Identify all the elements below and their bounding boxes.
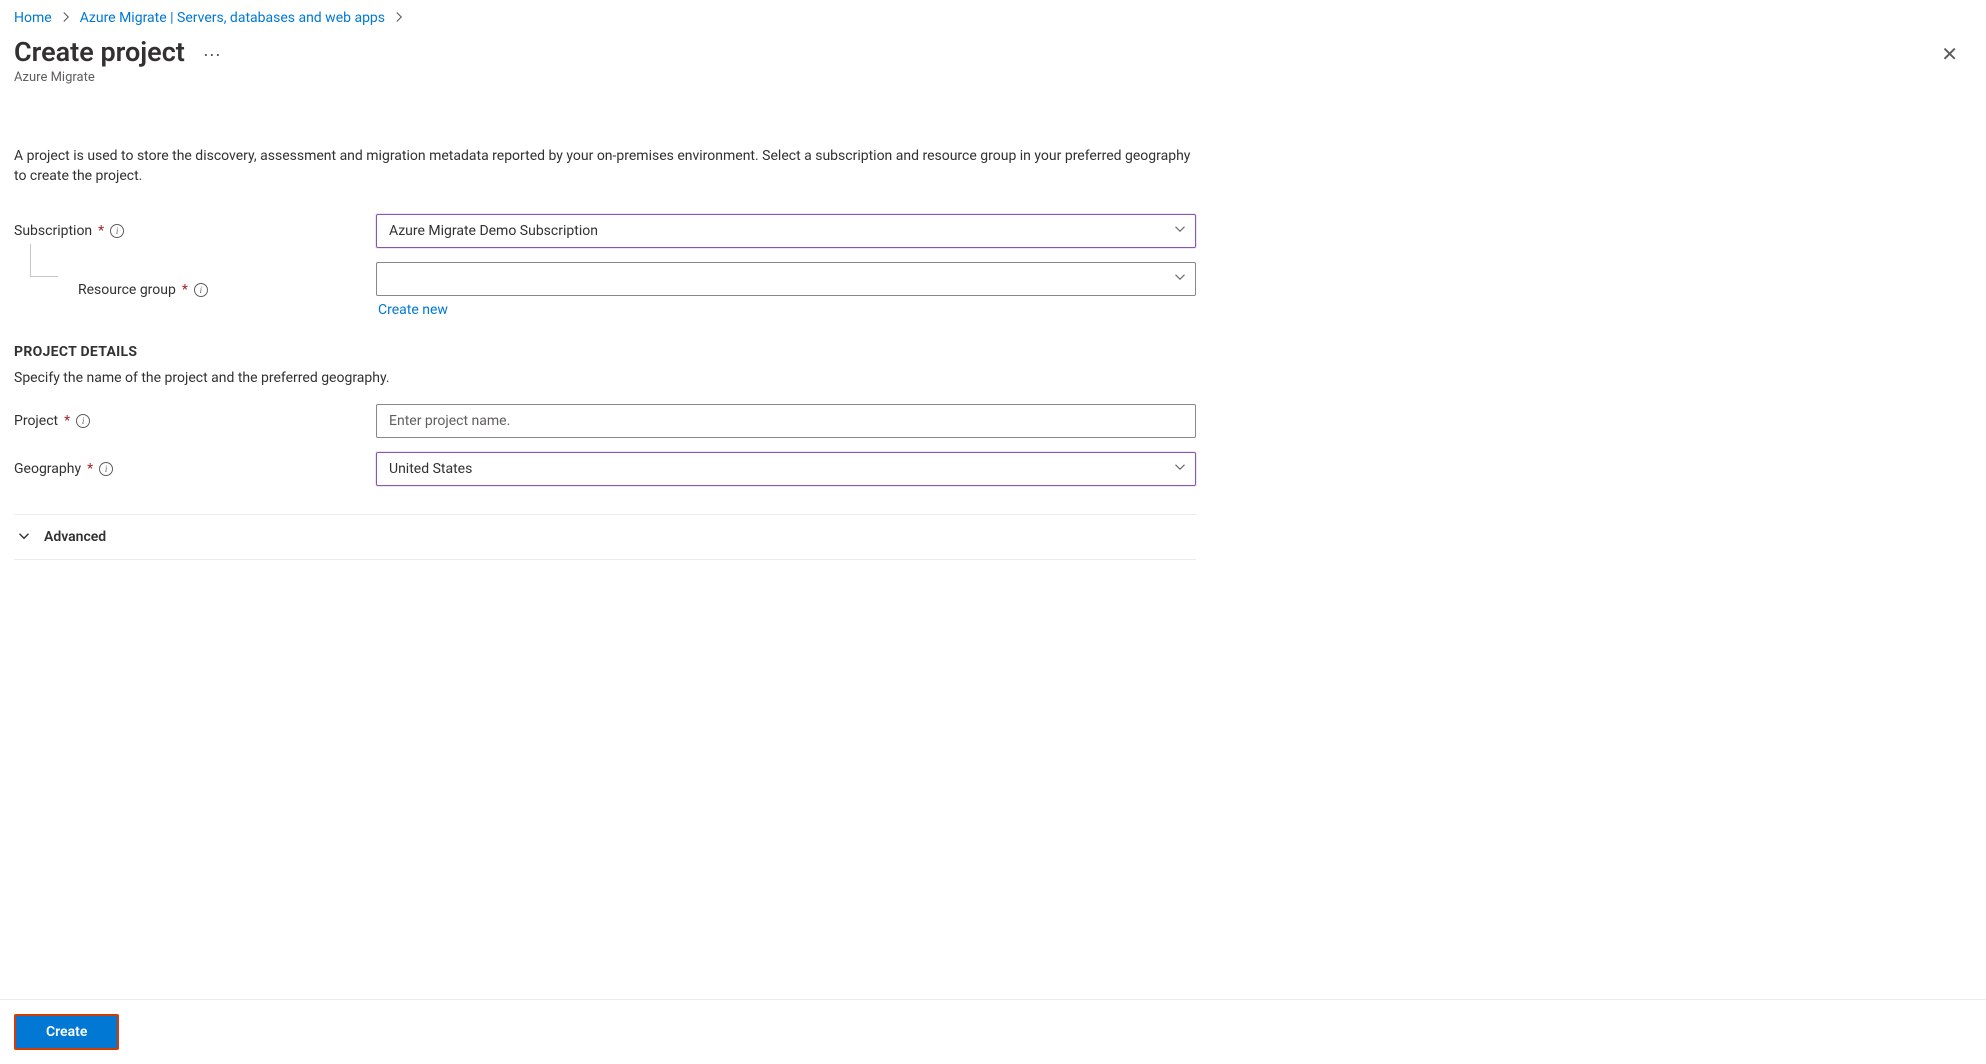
geography-select[interactable] bbox=[376, 452, 1196, 486]
advanced-toggle[interactable]: Advanced bbox=[14, 515, 1196, 559]
geography-label: Geography bbox=[14, 461, 81, 477]
breadcrumb-home[interactable]: Home bbox=[14, 10, 52, 26]
chevron-right-icon bbox=[60, 11, 72, 26]
breadcrumb: Home Azure Migrate | Servers, databases … bbox=[0, 0, 1986, 30]
info-icon[interactable]: i bbox=[76, 414, 90, 428]
resource-group-select[interactable] bbox=[376, 262, 1196, 296]
chevron-down-icon bbox=[18, 530, 30, 545]
more-actions-icon[interactable]: ⋯ bbox=[203, 39, 222, 65]
subscription-select[interactable] bbox=[376, 214, 1196, 248]
project-details-description: Specify the name of the project and the … bbox=[14, 370, 1196, 386]
resource-group-label: Resource group bbox=[78, 282, 176, 298]
page-title: Create project bbox=[14, 36, 185, 68]
advanced-label: Advanced bbox=[44, 529, 106, 545]
create-button[interactable]: Create bbox=[14, 1014, 119, 1050]
required-indicator: * bbox=[64, 413, 70, 429]
close-icon: ✕ bbox=[1941, 44, 1958, 66]
create-new-link[interactable]: Create new bbox=[378, 302, 1196, 318]
required-indicator: * bbox=[98, 223, 104, 239]
footer: Create bbox=[0, 999, 1986, 1064]
info-icon[interactable]: i bbox=[110, 224, 124, 238]
required-indicator: * bbox=[87, 461, 93, 477]
chevron-right-icon bbox=[393, 11, 405, 26]
required-indicator: * bbox=[182, 282, 188, 298]
page-subtitle: Azure Migrate bbox=[14, 70, 222, 85]
info-icon[interactable]: i bbox=[194, 283, 208, 297]
subscription-label: Subscription bbox=[14, 223, 92, 239]
project-details-heading: PROJECT DETAILS bbox=[14, 344, 1196, 360]
project-name-input[interactable] bbox=[376, 404, 1196, 438]
page-header: Create project ⋯ Azure Migrate ✕ bbox=[0, 30, 1986, 85]
info-icon[interactable]: i bbox=[99, 462, 113, 476]
breadcrumb-azure-migrate[interactable]: Azure Migrate | Servers, databases and w… bbox=[80, 10, 385, 26]
close-button[interactable]: ✕ bbox=[1937, 38, 1962, 71]
page-description: A project is used to store the discovery… bbox=[14, 147, 1196, 186]
project-label: Project bbox=[14, 413, 58, 429]
